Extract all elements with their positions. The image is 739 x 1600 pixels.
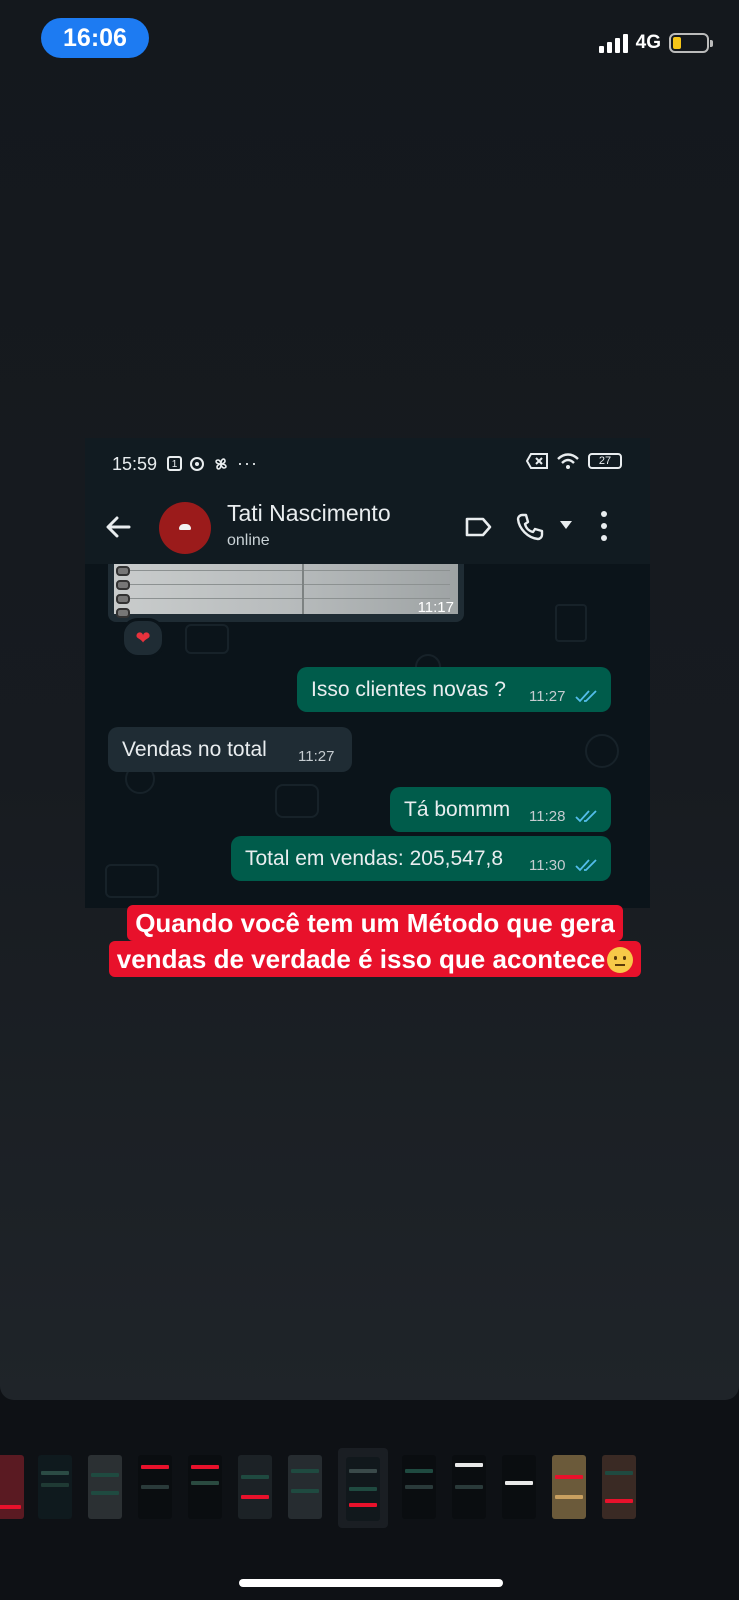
story-thumbnails	[0, 1455, 739, 1521]
more-notifications: ···	[237, 453, 258, 473]
chat-screenshot: 15:59 1 ··· 27 Tati Nascimento online 11…	[85, 438, 650, 908]
neutral-face-icon	[607, 947, 634, 973]
more-vert-icon[interactable]	[599, 508, 609, 544]
message-text: Vendas no total	[122, 738, 267, 761]
message-time: 11:27	[529, 688, 566, 705]
caption-line-1: Quando você tem um Método que gera	[127, 905, 623, 941]
message-bubble[interactable]: Tá bommm 11:28	[390, 787, 611, 832]
home-indicator[interactable]	[239, 1579, 503, 1587]
calendar-icon: 1	[167, 456, 182, 471]
phone-icon[interactable]	[515, 512, 545, 542]
message-bubble[interactable]: Isso clientes novas ? 11:27	[297, 667, 611, 712]
caption-line-2: vendas de verdade é isso que acontece	[108, 941, 642, 977]
double-check-icon	[575, 810, 597, 823]
avatar[interactable]	[159, 502, 211, 554]
fan-icon	[215, 457, 227, 470]
message-time: 11:27	[298, 748, 335, 765]
screenshot-battery: 27	[588, 453, 622, 469]
screenshot-notification-icons: 1 ···	[167, 453, 258, 474]
story-thumbnail[interactable]	[602, 1455, 636, 1519]
battery-icon	[669, 33, 713, 53]
ios-status-right: 4G	[598, 30, 713, 56]
story-thumbnail[interactable]	[502, 1455, 536, 1519]
screenshot-status-bar: 15:59 1 ··· 27	[85, 438, 650, 492]
story-thumbnail[interactable]	[238, 1455, 272, 1519]
story-thumbnail[interactable]	[188, 1455, 222, 1519]
message-text: Tá bommm	[404, 798, 511, 821]
double-check-icon	[575, 859, 597, 872]
signal-icon	[598, 33, 628, 53]
story-caption: Quando você tem um Método que gera venda…	[85, 905, 665, 977]
screenshot-status-right: 27	[526, 452, 622, 470]
battery-level	[673, 37, 681, 49]
story-thumbnail[interactable]	[88, 1455, 122, 1519]
message-text: Isso clientes novas ?	[311, 678, 506, 701]
message-time: 11:28	[529, 808, 566, 825]
label-icon[interactable]	[463, 512, 493, 542]
back-arrow-icon[interactable]	[103, 512, 133, 542]
chat-header: Tati Nascimento online	[85, 492, 650, 564]
contact-status: online	[227, 532, 270, 549]
dropdown-icon[interactable]	[559, 520, 573, 530]
image-message[interactable]: 11:17	[108, 564, 464, 622]
message-text: Total em vendas: 205,547,8	[245, 847, 504, 870]
story-thumbnail[interactable]	[138, 1455, 172, 1519]
story-thumbnail[interactable]	[0, 1455, 24, 1519]
story-thumbnail-current[interactable]	[346, 1457, 380, 1521]
chat-area: 11:17 ❤ Isso clientes novas ? 11:27 Vend…	[85, 564, 650, 908]
story-thumbnail[interactable]	[288, 1455, 322, 1519]
chat-notification-icon	[190, 456, 204, 471]
double-check-icon	[575, 690, 597, 703]
story-thumbnail[interactable]	[402, 1455, 436, 1519]
network-label: 4G	[635, 32, 661, 53]
message-time: 11:30	[529, 857, 566, 874]
heart-icon[interactable]: ❤	[121, 618, 165, 658]
no-sim-icon	[526, 453, 548, 469]
caption-line-2-text: vendas de verdade é isso que acontece	[116, 944, 606, 974]
story-thumbnail[interactable]	[38, 1455, 72, 1519]
wifi-icon	[557, 453, 579, 469]
message-bubble[interactable]: Vendas no total 11:27	[108, 727, 352, 772]
screenshot-time: 15:59	[112, 454, 158, 474]
message-time: 11:17	[417, 599, 454, 616]
story-thumbnail[interactable]	[452, 1455, 486, 1519]
message-image[interactable]	[114, 564, 458, 618]
ios-status-time: 16:06	[41, 18, 149, 58]
contact-name[interactable]: Tati Nascimento	[227, 500, 391, 527]
message-bubble[interactable]: Total em vendas: 205,547,8 11:30	[231, 836, 611, 881]
story-thumbnail[interactable]	[552, 1455, 586, 1519]
